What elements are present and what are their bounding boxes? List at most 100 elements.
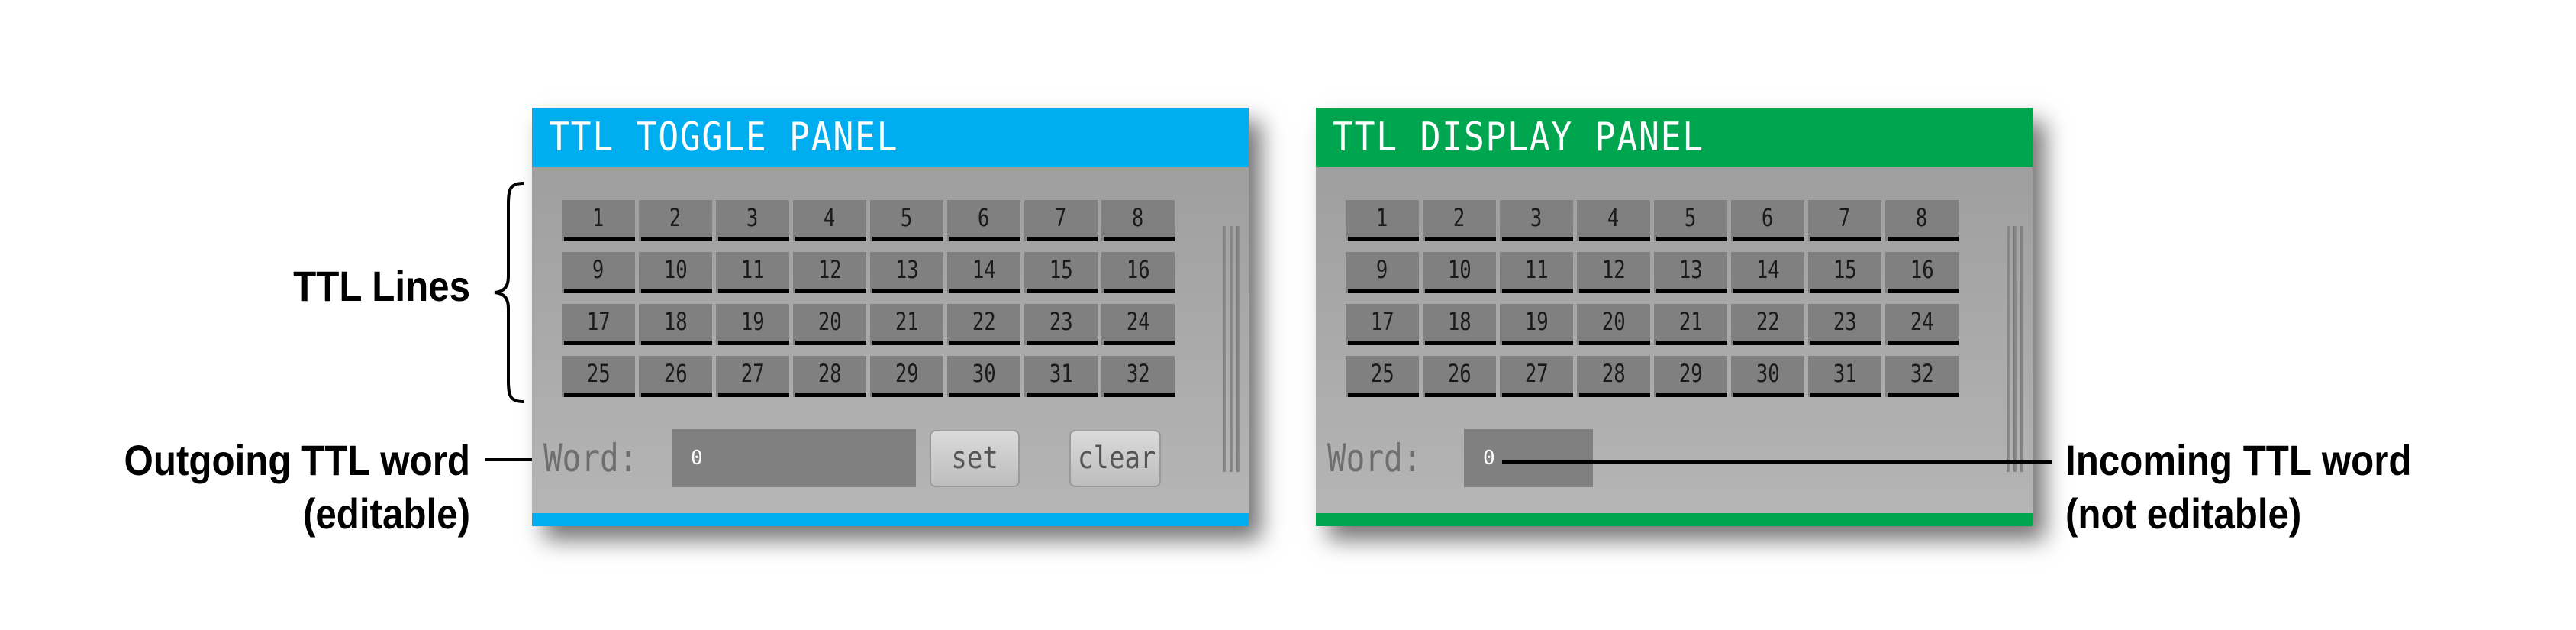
toggle-ttl-line-6[interactable]: 6: [947, 200, 1020, 241]
ttl-line-state-indicator: [872, 237, 943, 241]
display-ttl-line-29: 29: [1654, 356, 1727, 397]
toggle-ttl-line-1[interactable]: 1: [562, 200, 635, 241]
ttl-line-state-indicator: [795, 237, 866, 241]
display-panel-header: TTL DISPLAY PANEL: [1316, 108, 2033, 167]
display-ttl-line-22: 22: [1731, 304, 1804, 345]
toggle-ttl-line-18[interactable]: 18: [639, 304, 712, 345]
ttl-line-state-indicator: [641, 289, 712, 293]
ttl-line-label: 14: [972, 255, 996, 284]
ttl-line-label: 6: [1762, 203, 1774, 232]
ttl-line-label: 31: [1049, 359, 1073, 388]
ttl-line-label: 20: [817, 307, 842, 336]
toggle-ttl-line-16[interactable]: 16: [1101, 252, 1175, 293]
toggle-ttl-line-24[interactable]: 24: [1101, 304, 1175, 345]
set-button-label: set: [951, 441, 998, 476]
toggle-ttl-line-13[interactable]: 13: [870, 252, 943, 293]
ttl-line-label: 22: [1755, 307, 1780, 336]
display-ttl-line-15: 15: [1808, 252, 1881, 293]
display-ttl-line-27: 27: [1500, 356, 1573, 397]
toggle-ttl-line-22[interactable]: 22: [947, 304, 1020, 345]
ttl-line-label: 10: [663, 255, 688, 284]
toggle-ttl-line-12[interactable]: 12: [793, 252, 866, 293]
ttl-line-state-indicator: [1656, 237, 1727, 241]
display-ttl-line-21: 21: [1654, 304, 1727, 345]
ttl-line-state-indicator: [564, 341, 635, 345]
clear-button[interactable]: clear: [1069, 430, 1161, 487]
display-ttl-line-8: 8: [1885, 200, 1959, 241]
toggle-ttl-line-7[interactable]: 7: [1024, 200, 1098, 241]
ttl-line-state-indicator: [1348, 289, 1419, 293]
ttl-line-label: 6: [978, 203, 990, 232]
ttl-line-label: 26: [1447, 359, 1472, 388]
ttl-line-label: 26: [663, 359, 688, 388]
outgoing-word-input[interactable]: 0: [672, 429, 916, 487]
toggle-panel-scrollbar[interactable]: [1223, 226, 1241, 472]
ttl-line-state-indicator: [1733, 237, 1804, 241]
toggle-ttl-line-26[interactable]: 26: [639, 356, 712, 397]
ttl-line-state-indicator: [641, 237, 712, 241]
toggle-ttl-line-5[interactable]: 5: [870, 200, 943, 241]
toggle-ttl-line-20[interactable]: 20: [793, 304, 866, 345]
toggle-ttl-line-30[interactable]: 30: [947, 356, 1020, 397]
toggle-ttl-line-25[interactable]: 25: [562, 356, 635, 397]
toggle-ttl-line-11[interactable]: 11: [716, 252, 789, 293]
toggle-ttl-line-23[interactable]: 23: [1024, 304, 1098, 345]
set-button[interactable]: set: [930, 430, 1020, 487]
ttl-line-label: 28: [1601, 359, 1626, 388]
ttl-line-label: 19: [1524, 307, 1549, 336]
toggle-ttl-line-31[interactable]: 31: [1024, 356, 1098, 397]
toggle-ttl-line-14[interactable]: 14: [947, 252, 1020, 293]
toggle-ttl-line-19[interactable]: 19: [716, 304, 789, 345]
toggle-ttl-line-27[interactable]: 27: [716, 356, 789, 397]
ttl-line-state-indicator: [1810, 289, 1881, 293]
ttl-line-label: 25: [1370, 359, 1394, 388]
toggle-ttl-line-17[interactable]: 17: [562, 304, 635, 345]
ttl-line-label: 15: [1833, 255, 1857, 284]
display-panel-scrollbar[interactable]: [2007, 226, 2025, 472]
ttl-line-state-indicator: [1656, 393, 1727, 397]
toggle-ttl-line-32[interactable]: 32: [1101, 356, 1175, 397]
ttl-line-state-indicator: [718, 393, 789, 397]
ttl-line-state-indicator: [1425, 341, 1496, 345]
ttl-line-state-indicator: [718, 289, 789, 293]
ttl-line-state-indicator: [795, 393, 866, 397]
toggle-ttl-line-28[interactable]: 28: [793, 356, 866, 397]
toggle-ttl-line-10[interactable]: 10: [639, 252, 712, 293]
ttl-line-state-indicator: [949, 289, 1020, 293]
toggle-ttl-line-9[interactable]: 9: [562, 252, 635, 293]
ttl-line-state-indicator: [718, 237, 789, 241]
ttl-line-label: 11: [1524, 255, 1549, 284]
ttl-line-state-indicator: [1502, 289, 1573, 293]
ttl-line-label: 29: [895, 359, 919, 388]
ttl-line-label: 30: [972, 359, 996, 388]
ttl-line-state-indicator: [1810, 393, 1881, 397]
ttl-line-label: 10: [1447, 255, 1472, 284]
ttl-line-label: 32: [1126, 359, 1150, 388]
ttl-line-state-indicator: [1656, 341, 1727, 345]
display-ttl-line-6: 6: [1731, 200, 1804, 241]
display-ttl-line-10: 10: [1423, 252, 1496, 293]
display-word-label: Word:: [1327, 429, 1443, 487]
toggle-ttl-line-21[interactable]: 21: [870, 304, 943, 345]
toggle-ttl-line-15[interactable]: 15: [1024, 252, 1098, 293]
ttl-line-state-indicator: [1733, 393, 1804, 397]
toggle-ttl-line-29[interactable]: 29: [870, 356, 943, 397]
toggle-ttl-line-4[interactable]: 4: [793, 200, 866, 241]
toggle-ttl-line-8[interactable]: 8: [1101, 200, 1175, 241]
ttl-line-label: 4: [824, 203, 836, 232]
outgoing-word-value[interactable]: 0: [691, 447, 703, 470]
ttl-line-state-indicator: [1888, 393, 1959, 397]
ttl-line-label: 2: [1453, 203, 1465, 232]
display-ttl-line-31: 31: [1808, 356, 1881, 397]
ttl-line-state-indicator: [641, 393, 712, 397]
ttl-toggle-panel: TTL TOGGLE PANEL 1 2 3 4 5 6 7 8 9 10 11 12 13 14 15 16…: [532, 108, 1249, 526]
toggle-ttl-line-3[interactable]: 3: [716, 200, 789, 241]
display-ttl-line-30: 30: [1731, 356, 1804, 397]
ttl-line-label: 23: [1833, 307, 1857, 336]
ttl-line-state-indicator: [1348, 341, 1419, 345]
ttl-line-state-indicator: [1579, 289, 1650, 293]
ttl-line-state-indicator: [1104, 393, 1175, 397]
display-ttl-line-13: 13: [1654, 252, 1727, 293]
toggle-ttl-line-2[interactable]: 2: [639, 200, 712, 241]
ttl-line-state-indicator: [1348, 393, 1419, 397]
